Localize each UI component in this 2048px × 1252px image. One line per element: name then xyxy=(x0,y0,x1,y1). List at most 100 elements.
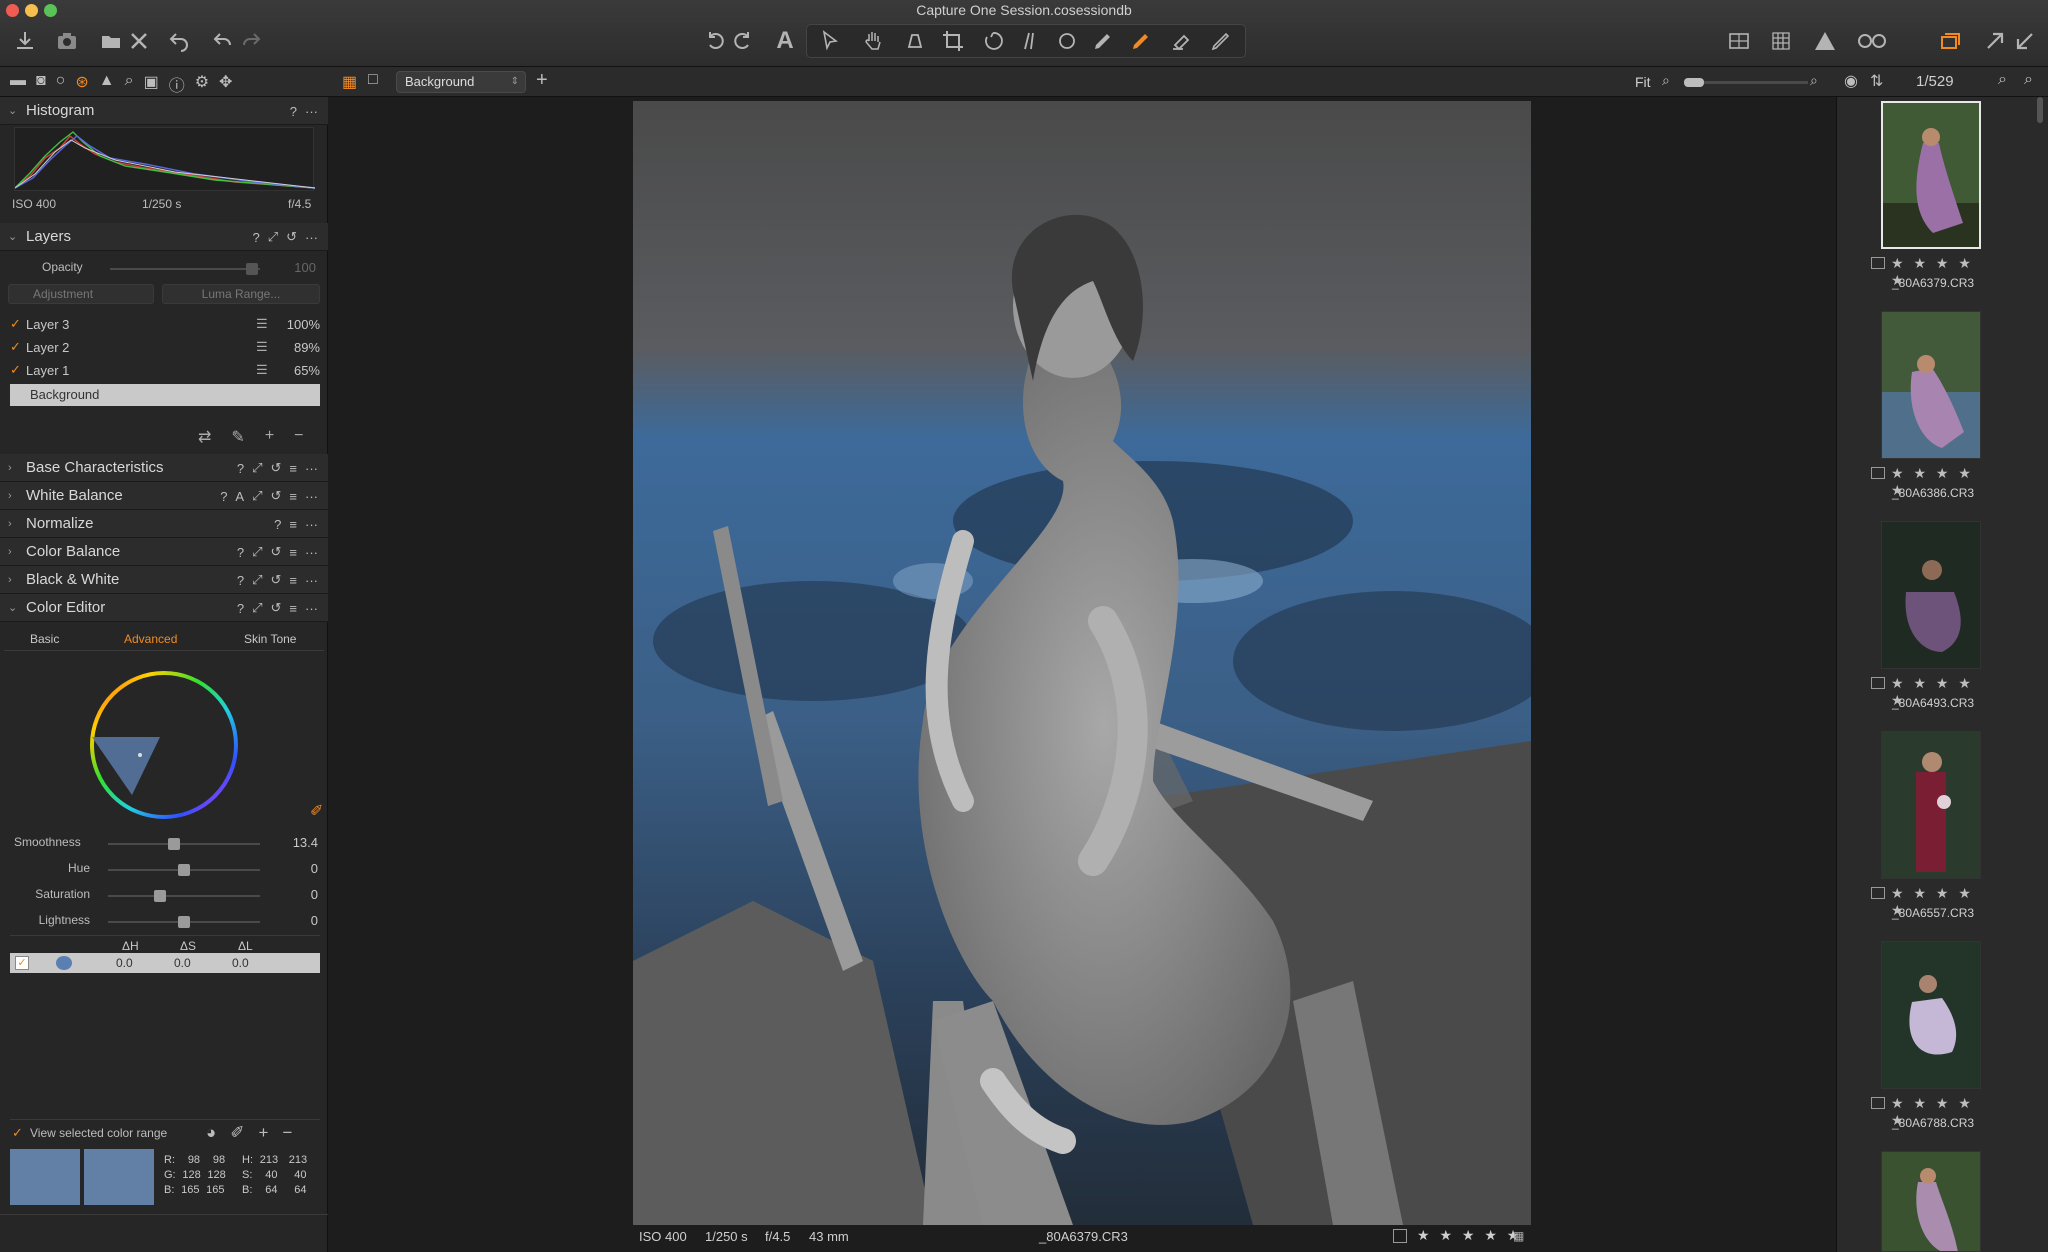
copy-icon[interactable]: ⤢ xyxy=(252,488,262,504)
select-checkbox[interactable] xyxy=(1871,1097,1885,1109)
crop-icon[interactable] xyxy=(938,26,968,56)
more-icon[interactable]: ··· xyxy=(305,573,318,588)
zoom-slider[interactable] xyxy=(1684,78,1808,87)
fit-label[interactable]: Fit xyxy=(1635,74,1651,90)
thumbnail-item[interactable]: ★ ★ ★ ★ ★ _80A6557.CR3 xyxy=(1871,731,1985,920)
text-icon[interactable]: A xyxy=(770,26,800,56)
exposure-tab-icon[interactable]: ▲ xyxy=(99,72,115,96)
color-tab-icon[interactable]: ⊛ xyxy=(75,72,88,96)
layer-row-1[interactable]: ✓ Layer 1 ☰ 65% xyxy=(10,359,320,381)
normalize-header[interactable]: › Normalize ? ≡ ··· xyxy=(0,510,328,538)
swap-icon[interactable]: ⇄ xyxy=(198,427,211,447)
zoom-in-icon[interactable]: ⌕ xyxy=(1810,72,1818,89)
menu-icon[interactable]: ≡ xyxy=(289,545,297,560)
color-wheel[interactable] xyxy=(84,665,244,825)
opacity-slider[interactable] xyxy=(110,263,260,275)
eraser-icon[interactable] xyxy=(1166,26,1196,56)
smoothness-slider[interactable] xyxy=(108,838,260,850)
rating-stars[interactable]: ★ ★ ★ ★ ★ xyxy=(1417,1227,1522,1244)
check-icon[interactable]: ✓ xyxy=(10,316,26,332)
help-icon[interactable]: ? xyxy=(290,104,297,119)
browser-zoom-icon[interactable]: ⌕ xyxy=(2024,71,2033,89)
check-icon[interactable]: ✓ xyxy=(12,1125,24,1141)
redo-icon[interactable] xyxy=(236,26,266,56)
pie-icon[interactable]: ◕ xyxy=(206,1123,216,1143)
reset-icon[interactable]: ↺ xyxy=(286,229,297,245)
remove-color-icon[interactable]: − xyxy=(282,1123,292,1143)
help-icon[interactable]: ? xyxy=(220,489,227,504)
stack-icon[interactable] xyxy=(1936,26,1966,56)
color-picker-icon[interactable]: ✐ xyxy=(310,801,323,821)
lens-tab-icon[interactable]: ○ xyxy=(56,72,66,96)
pan-icon[interactable] xyxy=(858,26,888,56)
histogram-header[interactable]: ⌄ Histogram ? ··· xyxy=(0,97,328,125)
help-icon[interactable]: ? xyxy=(237,461,244,476)
add-layer-icon[interactable]: + xyxy=(536,69,548,92)
export-icon[interactable] xyxy=(1980,26,2010,56)
reset-icon[interactable]: ↺ xyxy=(271,544,282,560)
lightness-value[interactable]: 0 xyxy=(270,913,318,928)
folder-icon[interactable] xyxy=(96,26,126,56)
copy-icon[interactable]: ⤢ xyxy=(252,600,262,616)
layer-select[interactable]: Background ⇕ xyxy=(396,71,526,93)
lightness-slider[interactable] xyxy=(108,916,260,928)
camera-icon[interactable] xyxy=(52,26,82,56)
brush-icon[interactable] xyxy=(1088,26,1118,56)
thumbnail-item[interactable]: ★ ★ ★ ★ ★ _80A6493.CR3 xyxy=(1871,521,1985,710)
straighten-icon[interactable] xyxy=(978,26,1008,56)
select-checkbox[interactable] xyxy=(1393,1229,1407,1243)
grid-icon[interactable]: ▦ xyxy=(1513,1229,1524,1243)
select-checkbox[interactable] xyxy=(1871,887,1885,899)
details-tab-icon[interactable]: ⌕ xyxy=(125,72,134,96)
hue-slider[interactable] xyxy=(108,864,260,876)
copy-icon[interactable]: ⤢ xyxy=(252,544,262,560)
viewer-grid-icon[interactable] xyxy=(1724,26,1754,56)
check-icon[interactable]: ✓ xyxy=(15,956,29,970)
undo-icon[interactable] xyxy=(164,26,194,56)
select-checkbox[interactable] xyxy=(1871,257,1885,269)
more-icon[interactable]: ··· xyxy=(305,545,318,560)
more-icon[interactable]: ··· xyxy=(305,461,318,476)
loupe-icon[interactable] xyxy=(900,26,930,56)
color-editor-header[interactable]: ⌄ Color Editor ? ⤢ ↺ ≡ ··· xyxy=(0,594,328,622)
thumbnail-item[interactable] xyxy=(1881,1151,1985,1252)
menu-icon[interactable]: ≡ xyxy=(289,601,297,616)
adjustment-select[interactable]: Adjustment xyxy=(8,284,154,304)
batch-tab-icon[interactable]: ✥ xyxy=(219,72,232,96)
menu-icon[interactable]: ≡ xyxy=(289,573,297,588)
layer-row-3[interactable]: ✓ Layer 3 ☰ 100% xyxy=(10,313,320,335)
help-icon[interactable]: ? xyxy=(237,573,244,588)
remove-icon[interactable]: − xyxy=(294,427,303,447)
multi-view-icon[interactable]: ▦ xyxy=(342,72,357,92)
tab-basic[interactable]: Basic xyxy=(30,632,59,646)
reset-icon[interactable]: ↺ xyxy=(271,460,282,476)
copy-icon[interactable]: ⤢ xyxy=(252,460,262,476)
more-icon[interactable]: ··· xyxy=(305,489,318,504)
grid-icon[interactable] xyxy=(1766,26,1796,56)
browser-scrollbar[interactable] xyxy=(2037,97,2043,123)
help-icon[interactable]: ? xyxy=(274,517,281,532)
check-icon[interactable]: ✓ xyxy=(10,362,26,378)
tab-advanced[interactable]: Advanced xyxy=(124,632,177,646)
menu-icon[interactable]: ≡ xyxy=(289,489,297,504)
more-icon[interactable]: ··· xyxy=(305,601,318,616)
metadata-tab-icon[interactable]: ⓘ xyxy=(169,72,185,96)
rotate-right-icon[interactable] xyxy=(728,26,758,56)
menu-icon[interactable]: ≡ xyxy=(289,517,297,532)
white-balance-header[interactable]: › White Balance ? A ⤢ ↺ ≡ ··· xyxy=(0,482,328,510)
single-view-icon[interactable]: □ xyxy=(368,71,378,89)
pen-icon[interactable] xyxy=(1206,26,1236,56)
luma-range-button[interactable]: Luma Range... xyxy=(162,284,320,304)
import-arrow-icon[interactable] xyxy=(2010,26,2040,56)
menu-icon[interactable]: ≡ xyxy=(289,461,297,476)
add-icon[interactable]: + xyxy=(265,427,274,447)
saturation-value[interactable]: 0 xyxy=(270,887,318,902)
glasses-icon[interactable] xyxy=(1852,26,1892,56)
warning-icon[interactable] xyxy=(1810,26,1840,56)
thumbnail-item[interactable]: ★ ★ ★ ★ ★ _80A6788.CR3 xyxy=(1871,941,1985,1130)
check-icon[interactable]: ✓ xyxy=(10,339,26,355)
adjustments-tab-icon[interactable]: ▣ xyxy=(144,72,159,96)
tab-skin-tone[interactable]: Skin Tone xyxy=(244,632,296,646)
reset-icon[interactable]: ↺ xyxy=(271,488,282,504)
keystone-icon[interactable] xyxy=(1016,26,1046,56)
